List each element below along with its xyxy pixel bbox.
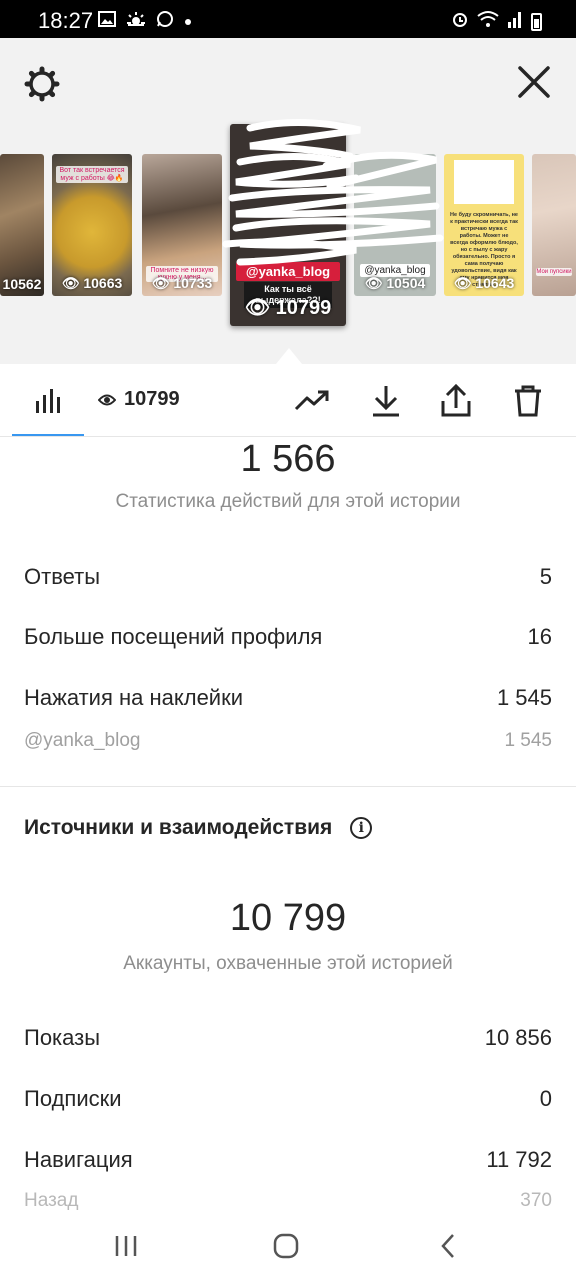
section-divider (0, 786, 576, 787)
download-icon (373, 385, 399, 416)
trash-icon (515, 385, 541, 416)
stat-row-sticker-taps: Нажатия на наклейки 1 545 (24, 685, 552, 711)
stat-label: @yanka_blog (24, 730, 141, 751)
reach-caption: Аккаунты, охваченные этой историей (123, 953, 453, 974)
wifi-icon (477, 10, 499, 33)
active-tab-indicator (12, 434, 84, 436)
download-button[interactable] (364, 364, 408, 437)
views-count: 10799 (124, 388, 180, 410)
back-icon (441, 1234, 454, 1258)
stat-value: 5 (539, 564, 552, 589)
stat-row-back: Назад 370 (24, 1190, 552, 1212)
home-icon (273, 1233, 299, 1259)
share-icon (441, 383, 471, 416)
home-button[interactable] (266, 1228, 306, 1264)
reach-total: 10 799 (229, 897, 347, 939)
stat-row-replies: Ответы 5 (24, 564, 552, 590)
stat-row-mention[interactable]: @yanka_blog 1 545 (24, 730, 552, 752)
back-button[interactable] (428, 1228, 468, 1264)
status-bar: 18:27 (0, 0, 576, 38)
recents-icon (115, 1236, 137, 1256)
stat-value: 370 (520, 1190, 552, 1211)
weather-icon (126, 11, 146, 32)
alarm-icon (451, 10, 469, 33)
stat-label: Больше посещений профиля (24, 624, 323, 649)
redaction-scribble (222, 118, 444, 266)
stat-label: Нажатия на наклейки (24, 685, 244, 710)
battery-icon (531, 12, 542, 31)
stat-row-navigation: Навигация 11 792 (24, 1147, 552, 1173)
stat-value: 1 545 (504, 730, 552, 751)
stat-value: 0 (539, 1086, 552, 1111)
tab-insights[interactable] (12, 364, 84, 437)
gallery-icon (98, 11, 116, 32)
selected-pointer (276, 348, 302, 364)
promote-button[interactable] (290, 364, 334, 437)
story-carousel-area: 10562 Вот так встречается муж с работы 😂… (0, 38, 576, 364)
section-title-sources: Источники и взаимодействия i (24, 816, 373, 840)
eye-icon (98, 394, 116, 405)
actions-caption: Статистика действий для этой истории (115, 491, 461, 512)
bar-chart-icon (36, 388, 60, 413)
stat-value: 16 (527, 624, 552, 649)
stat-row-profile-visits: Больше посещений профиля 16 (24, 624, 552, 650)
share-button[interactable] (434, 364, 478, 437)
whatsapp-icon (156, 10, 174, 33)
stat-label: Ответы (24, 564, 101, 589)
stat-value: 10 856 (484, 1025, 552, 1050)
stat-value: 1 545 (496, 685, 552, 710)
story-toolbar: 10799 (0, 364, 576, 437)
stat-row-impressions: Показы 10 856 (24, 1025, 552, 1051)
actions-total: 1 566 (240, 438, 336, 480)
stat-row-follows: Подписки 0 (24, 1086, 552, 1112)
system-nav-bar (0, 1212, 576, 1280)
recents-button[interactable] (106, 1228, 146, 1264)
status-time: 18:27 (38, 8, 94, 33)
signal-icon (507, 10, 523, 33)
stat-value: 11 792 (486, 1147, 552, 1172)
dot-icon (184, 13, 192, 31)
stat-label: Назад (24, 1190, 79, 1211)
info-icon[interactable]: i (350, 817, 373, 839)
stat-label: Показы (24, 1025, 101, 1050)
trending-icon (294, 390, 329, 410)
delete-button[interactable] (506, 364, 550, 437)
tab-viewers[interactable]: 10799 (98, 388, 180, 411)
stat-label: Подписки (24, 1086, 122, 1111)
stat-label: Навигация (24, 1147, 133, 1172)
